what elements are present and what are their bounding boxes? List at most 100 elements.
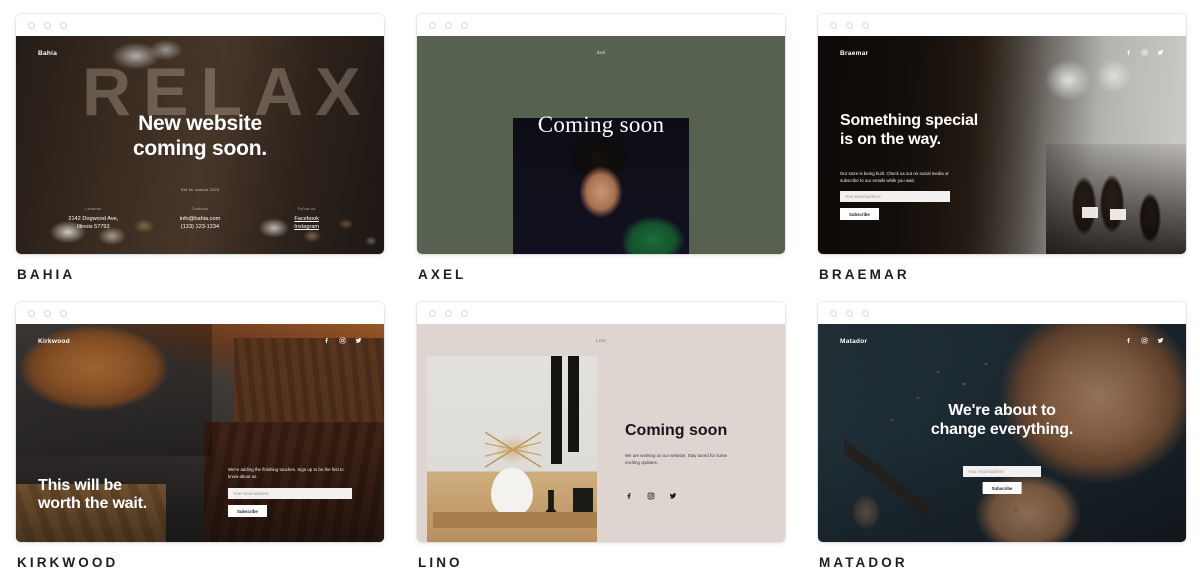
template-label-axel: AXEL	[418, 267, 467, 282]
footer-column-follow: Follow us Facebook Instagram	[253, 207, 360, 232]
hero-headline-line2: worth the wait.	[38, 495, 148, 513]
template-viewport-kirkwood: Kirkwood This will be worth the wait. We…	[16, 324, 384, 542]
window-dot-minimize	[445, 21, 452, 29]
footer-label-contacts: Contacts	[191, 206, 209, 211]
template-preview-card-bahia[interactable]: RELAX Bahia New website coming soon. Set…	[16, 14, 384, 254]
facebook-icon[interactable]	[625, 492, 633, 500]
template-tile-matador[interactable]: Matador We're about to change everything…	[818, 302, 1186, 570]
window-dot-close	[28, 21, 35, 29]
window-dot-maximize	[862, 21, 869, 29]
email-input-matador[interactable]: Your email address	[963, 466, 1041, 477]
subscribe-button-kirkwood[interactable]: Subscribe	[228, 505, 267, 517]
twitter-icon[interactable]	[669, 492, 677, 500]
browser-chrome-bar	[16, 14, 384, 36]
hero-headline-line2: is on the way.	[840, 130, 941, 148]
hero-headline-axel: Coming soon	[537, 112, 665, 137]
template-tile-braemar[interactable]: Braemar Something special is on the way.…	[818, 14, 1186, 282]
address-line2: Illinois 57793	[77, 224, 110, 231]
window-dot-maximize	[461, 21, 468, 29]
hero-headline-bahia: New website coming soon.	[16, 112, 384, 161]
hero-headline-braemar: Something special is on the way.	[840, 112, 978, 149]
footer-value-location: 2142 Dogwood Ave, Illinois 57793	[40, 215, 147, 232]
browser-chrome-bar	[818, 302, 1186, 324]
template-label-bahia: BAHIA	[17, 267, 76, 282]
facebook-icon[interactable]	[323, 337, 330, 344]
social-links-matador[interactable]	[1125, 337, 1164, 344]
instagram-icon[interactable]	[647, 492, 655, 500]
footer-column-location: Location 2142 Dogwood Ave, Illinois 5779…	[40, 207, 147, 232]
template-preview-card-braemar[interactable]: Braemar Something special is on the way.…	[818, 14, 1186, 254]
instagram-icon[interactable]	[1141, 49, 1148, 56]
black-frame	[568, 356, 579, 452]
window-dot-minimize	[445, 309, 452, 317]
address-line1: 2142 Dogwood Ave,	[68, 215, 119, 222]
browser-chrome-bar	[417, 302, 785, 324]
phone-text: (123) 123-1234	[180, 224, 220, 231]
window-dot-maximize	[60, 21, 67, 29]
template-gallery-grid: RELAX Bahia New website coming soon. Set…	[0, 0, 1200, 570]
facebook-link[interactable]: Facebook	[253, 215, 360, 224]
hero-headline-line1: New website	[138, 112, 262, 135]
template-preview-card-lino[interactable]: Lino Coming soon We are working on our w…	[417, 302, 785, 542]
template-tile-lino[interactable]: Lino Coming soon We are working on our w…	[417, 302, 785, 570]
window-dot-minimize	[44, 21, 51, 29]
email-text: info@bahia.com	[179, 215, 221, 222]
site-brand-axel: Axel	[596, 51, 606, 56]
hero-headline-matador: We're about to change everything.	[818, 402, 1186, 439]
template-viewport-braemar: Braemar Something special is on the way.…	[818, 36, 1186, 254]
hero-headline-lino: Coming soon	[625, 422, 728, 439]
template-label-kirkwood: KIRKWOOD	[17, 555, 119, 570]
twitter-icon[interactable]	[1157, 49, 1164, 56]
site-brand-matador: Matador	[840, 338, 868, 345]
twitter-icon[interactable]	[1157, 337, 1164, 344]
template-viewport-bahia: RELAX Bahia New website coming soon. Set…	[16, 36, 384, 254]
hero-headline-line1: Something special	[840, 112, 978, 129]
facebook-icon[interactable]	[1125, 49, 1132, 56]
instagram-icon[interactable]	[339, 337, 346, 344]
instagram-link[interactable]: Instagram	[253, 223, 360, 232]
social-links-kirkwood[interactable]	[323, 337, 362, 344]
template-preview-card-matador[interactable]: Matador We're about to change everything…	[818, 302, 1186, 542]
footer-column-contacts: Contacts info@bahia.com (123) 123-1234	[147, 207, 254, 232]
footer-value-follow: Facebook Instagram	[253, 215, 360, 232]
hero-headline-line1: We're about to	[948, 402, 1056, 419]
hero-headline-kirkwood: This will be worth the wait.	[38, 477, 147, 514]
site-brand-bahia: Bahia	[38, 50, 58, 57]
window-dot-maximize	[461, 309, 468, 317]
social-links-lino[interactable]	[625, 492, 677, 500]
template-label-lino: LINO	[418, 555, 463, 570]
twitter-icon[interactable]	[355, 337, 362, 344]
hero-headline-line1: This will be	[38, 476, 122, 494]
email-input-kirkwood[interactable]: Your email address	[228, 488, 352, 499]
template-preview-card-kirkwood[interactable]: Kirkwood This will be worth the wait. We…	[16, 302, 384, 542]
footer-value-contacts: info@bahia.com (123) 123-1234	[147, 215, 254, 232]
wood-tray	[433, 512, 597, 528]
template-preview-card-axel[interactable]: Axel Coming soon	[417, 14, 785, 254]
social-links-braemar[interactable]	[1125, 49, 1164, 56]
subscribe-button-braemar[interactable]: Subscribe	[840, 208, 879, 220]
template-label-braemar: BRAEMAR	[819, 267, 910, 282]
footer-info-columns: Location 2142 Dogwood Ave, Illinois 5779…	[40, 207, 360, 232]
instagram-icon[interactable]	[1141, 337, 1148, 344]
browser-chrome-bar	[16, 302, 384, 324]
hero-headline-line2: change everything.	[930, 420, 1074, 438]
footer-label-follow: Follow us	[297, 206, 316, 211]
hero-headline-line2: coming soon.	[132, 136, 268, 160]
browser-chrome-bar	[417, 14, 785, 36]
email-input-braemar[interactable]: Your email address	[840, 191, 950, 202]
black-frame	[551, 356, 562, 464]
window-dot-close	[429, 309, 436, 317]
hero-body-lino: We are working on our website. Stay tune…	[625, 453, 727, 466]
template-tile-axel[interactable]: Axel Coming soon AXEL	[417, 14, 785, 282]
window-dot-maximize	[60, 309, 67, 317]
template-tile-bahia[interactable]: RELAX Bahia New website coming soon. Set…	[16, 14, 384, 282]
facebook-icon[interactable]	[1125, 337, 1132, 344]
still-life-photo	[427, 356, 597, 542]
template-viewport-axel: Axel Coming soon	[417, 36, 785, 254]
subscribe-button-matador[interactable]: Subscribe	[982, 482, 1022, 494]
site-brand-lino: Lino	[595, 338, 607, 343]
template-tile-kirkwood[interactable]: Kirkwood This will be worth the wait. We…	[16, 302, 384, 570]
window-dot-maximize	[862, 309, 869, 317]
site-brand-kirkwood: Kirkwood	[38, 338, 71, 345]
site-brand-braemar: Braemar	[840, 50, 869, 57]
